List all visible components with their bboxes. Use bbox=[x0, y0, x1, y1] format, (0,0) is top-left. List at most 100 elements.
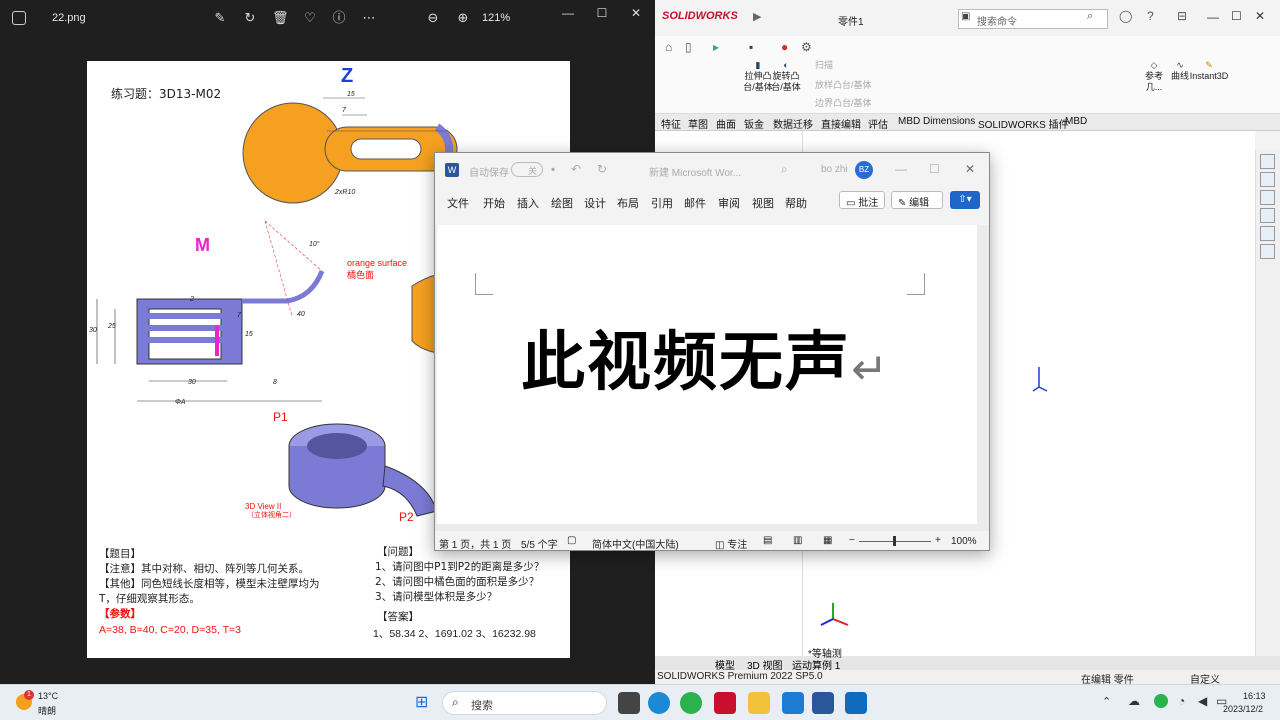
user-icon[interactable]: ◯ bbox=[1119, 9, 1132, 23]
word-taskbar-icon[interactable] bbox=[812, 692, 834, 714]
zoom-in-button[interactable]: + bbox=[935, 535, 941, 546]
status-words[interactable]: 5/5 个字 bbox=[521, 536, 558, 551]
open-file-icon[interactable]: ▸ bbox=[713, 40, 719, 54]
status-language[interactable]: 简体中文(中国大陆) bbox=[592, 536, 679, 551]
new-file-icon[interactable]: ▯ bbox=[685, 40, 692, 54]
menu-view[interactable]: 视图 bbox=[752, 195, 774, 211]
solidworks-taskbar-icon[interactable] bbox=[714, 692, 736, 714]
close-button[interactable]: ✕ bbox=[628, 6, 644, 22]
rebuild-icon[interactable]: ● bbox=[781, 40, 788, 54]
tab-sketch[interactable]: 草图 bbox=[688, 116, 708, 131]
zoom-slider-thumb[interactable] bbox=[893, 536, 896, 546]
redo-icon[interactable]: ↻ bbox=[597, 162, 607, 176]
info-icon[interactable]: ⓘ bbox=[331, 10, 347, 26]
zoom-level[interactable]: 121% bbox=[482, 12, 510, 24]
edge-icon[interactable] bbox=[648, 692, 670, 714]
tab-features[interactable]: 特征 bbox=[661, 116, 681, 131]
task-pane-library-icon[interactable] bbox=[1260, 190, 1275, 205]
expand-menu-icon[interactable]: ▶ bbox=[753, 10, 761, 23]
clock-date[interactable]: 2023/12/2 bbox=[1223, 704, 1263, 714]
extrude-boss-button[interactable]: ▮ 拉伸凸台/基体 bbox=[743, 60, 773, 93]
sweep-button[interactable]: 扫描 bbox=[815, 60, 833, 71]
user-avatar[interactable]: BZ bbox=[855, 161, 873, 179]
undo-icon[interactable]: ↶ bbox=[571, 162, 581, 176]
menu-review[interactable]: 审阅 bbox=[718, 195, 740, 211]
menu-file[interactable]: 文件 bbox=[447, 195, 469, 211]
zoom-in-icon[interactable]: ⊕ bbox=[455, 10, 471, 26]
wifi-icon[interactable]: ◔ bbox=[1178, 694, 1185, 708]
wechat-icon[interactable] bbox=[680, 692, 702, 714]
sw-minimize-button[interactable]: — bbox=[1207, 10, 1219, 24]
task-pane-explorer-icon[interactable] bbox=[1260, 208, 1275, 223]
taskbar-search[interactable]: 搜索 bbox=[442, 691, 607, 715]
task-pane-properties-icon[interactable] bbox=[1260, 244, 1275, 259]
share-button[interactable]: ⇧▾ bbox=[950, 191, 980, 209]
tab-evaluate[interactable]: 评估 bbox=[868, 116, 888, 131]
autosave-toggle[interactable]: 关 bbox=[511, 162, 543, 177]
clock-time[interactable]: 16:13 bbox=[1243, 691, 1266, 701]
tab-data-migration[interactable]: 数据迁移 bbox=[773, 116, 813, 131]
menu-help[interactable]: 帮助 bbox=[785, 195, 807, 211]
reference-geometry-button[interactable]: ◇ 参考几... bbox=[1141, 60, 1167, 93]
sw-maximize-button[interactable]: ☐ bbox=[1231, 9, 1242, 23]
weather-temp[interactable]: 13°C bbox=[38, 691, 58, 701]
loft-button[interactable]: 放样凸台/基体 bbox=[815, 80, 872, 91]
word-close-button[interactable]: ✕ bbox=[965, 162, 975, 176]
tray-cloud-icon[interactable]: ☁ bbox=[1128, 694, 1140, 708]
comments-button[interactable]: ▭ 批注 bbox=[839, 191, 885, 209]
tray-app-icon[interactable] bbox=[1154, 694, 1168, 708]
proofing-icon[interactable]: ▢ bbox=[567, 535, 576, 546]
task-pane-resources-icon[interactable] bbox=[1260, 172, 1275, 187]
zoom-out-icon[interactable]: ⊖ bbox=[425, 10, 441, 26]
menu-mailings[interactable]: 邮件 bbox=[684, 195, 706, 211]
settings-icon[interactable]: ⚙ bbox=[801, 40, 812, 54]
word-search-icon[interactable]: ⌕ bbox=[781, 162, 788, 177]
home-icon[interactable]: ⌂ bbox=[665, 40, 672, 54]
volume-icon[interactable]: ◀ bbox=[1198, 694, 1207, 708]
boundary-button[interactable]: 边界凸台/基体 bbox=[815, 98, 872, 109]
read-mode-icon[interactable]: ▤ bbox=[763, 535, 772, 546]
delete-icon[interactable]: 🗑 bbox=[272, 10, 289, 26]
tab-direct-editing[interactable]: 直接编辑 bbox=[821, 116, 861, 131]
tab-surfaces[interactable]: 曲面 bbox=[716, 116, 736, 131]
tab-mbd[interactable]: MBD bbox=[1065, 116, 1087, 127]
menu-layout[interactable]: 布局 bbox=[617, 195, 639, 211]
minimize-button[interactable]: — bbox=[560, 6, 576, 22]
tab-mbd-dimensions[interactable]: MBD Dimensions bbox=[898, 116, 975, 127]
task-view-icon[interactable] bbox=[618, 692, 640, 714]
menu-home[interactable]: 开始 bbox=[483, 195, 505, 211]
editing-button[interactable]: ✎ 编辑 bbox=[891, 191, 943, 209]
revolve-boss-button[interactable]: ◐ 旋转凸台/基体 bbox=[771, 60, 801, 93]
sw-close-button[interactable]: ✕ bbox=[1255, 9, 1265, 23]
task-pane-appearances-icon[interactable] bbox=[1260, 226, 1275, 241]
options-icon[interactable]: ⊟ bbox=[1177, 9, 1187, 23]
start-icon[interactable]: ⊞ bbox=[415, 694, 433, 712]
save-icon[interactable]: ▪ bbox=[551, 162, 555, 176]
menu-draw[interactable]: 绘图 bbox=[551, 195, 573, 211]
zoom-percent[interactable]: 100% bbox=[951, 536, 977, 547]
instant3d-button[interactable]: ✎ Instant3D bbox=[1189, 60, 1229, 82]
maximize-button[interactable]: ☐ bbox=[594, 6, 610, 22]
task-pane-home-icon[interactable] bbox=[1260, 154, 1275, 169]
word-maximize-button[interactable]: ☐ bbox=[929, 162, 940, 176]
recorder-icon[interactable] bbox=[845, 692, 867, 714]
favorite-icon[interactable]: ♡ bbox=[302, 10, 318, 26]
print-layout-icon[interactable]: ▥ bbox=[793, 535, 802, 546]
weather-desc[interactable]: 晴朗 bbox=[38, 704, 56, 717]
menu-insert[interactable]: 插入 bbox=[517, 195, 539, 211]
rotate-icon[interactable]: ↻ bbox=[242, 10, 258, 26]
word-page[interactable]: 此视频无声↵ bbox=[437, 225, 977, 524]
zoom-out-button[interactable]: − bbox=[849, 535, 855, 546]
help-icon[interactable]: ? bbox=[1147, 9, 1154, 23]
command-search-input[interactable]: 搜索命令 bbox=[958, 9, 1108, 29]
search-icon[interactable]: ⌕ bbox=[1087, 10, 1093, 23]
file-explorer-icon[interactable] bbox=[748, 692, 770, 714]
edit-image-icon[interactable]: ✎ bbox=[212, 10, 228, 26]
tab-sw-addins[interactable]: SOLIDWORKS 插件 bbox=[978, 116, 1069, 131]
status-page[interactable]: 第 1 页，共 1 页 bbox=[439, 536, 511, 551]
more-icon[interactable]: ⋯ bbox=[361, 10, 377, 26]
tab-sheet-metal[interactable]: 钣金 bbox=[744, 116, 764, 131]
web-layout-icon[interactable]: ▦ bbox=[823, 535, 832, 546]
word-minimize-button[interactable]: — bbox=[895, 162, 907, 176]
menu-references[interactable]: 引用 bbox=[651, 195, 673, 211]
